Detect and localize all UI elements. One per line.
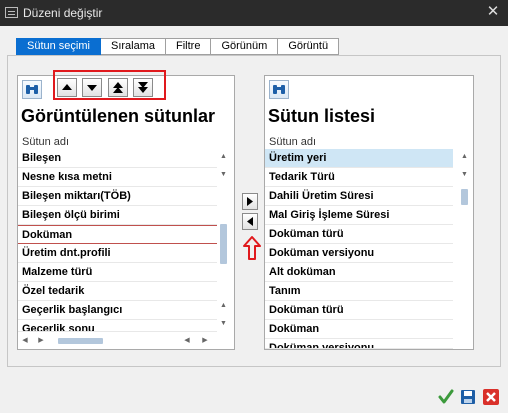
displayed-columns-title: Görüntülenen sütunlar xyxy=(21,106,216,126)
list-item[interactable]: Bileşen miktarı(TÖB) xyxy=(18,187,217,206)
right-find-button[interactable] xyxy=(269,80,289,99)
move-to-displayed-button[interactable] xyxy=(242,213,258,230)
list-item[interactable]: Doküman türü xyxy=(265,301,453,320)
tab-display[interactable]: Görüntü xyxy=(278,38,340,55)
list-item[interactable]: Üretim yeri xyxy=(265,149,453,168)
tab-column-selection[interactable]: Sütun seçimi xyxy=(16,38,101,55)
column-list-box: Sütun listesi Sütun adı Üretim yeri Teda… xyxy=(264,75,474,350)
list-item[interactable]: Özel tedarik xyxy=(18,282,217,301)
scroll-thumb[interactable] xyxy=(461,189,468,205)
scroll-down-icon[interactable]: ▼ xyxy=(458,169,471,181)
scroll-up-icon[interactable]: ▲ xyxy=(217,300,230,312)
list-item[interactable]: Doküman versiyonu xyxy=(265,244,453,263)
list-item[interactable]: Doküman xyxy=(265,320,453,339)
list-item[interactable]: Doküman versiyonu xyxy=(265,339,453,349)
tab-sorting[interactable]: Sıralama xyxy=(100,38,167,55)
list-item[interactable]: Bileşen ölçü birimi xyxy=(18,206,217,225)
right-vertical-scrollbar[interactable]: ▲ ▼ xyxy=(458,149,471,349)
list-item[interactable]: Tedarik Türü xyxy=(265,168,453,187)
list-item[interactable]: Malzeme türü xyxy=(18,263,217,282)
displayed-columns-box: Görüntülenen sütunlar Sütun adı Bileşen … xyxy=(17,75,235,350)
scroll-thumb[interactable] xyxy=(220,224,227,264)
scroll-right-icon[interactable]: ▶ xyxy=(200,335,210,347)
window-titlebar: Düzeni değiştir ✕ xyxy=(0,0,508,26)
left-horizontal-scrollbar[interactable]: ◀ ▶ ◀ ▶ xyxy=(20,335,216,347)
tab-strip: Sütun seçimi Sıralama Filtre Görünüm Gör… xyxy=(16,38,340,55)
list-item[interactable]: Alt doküman xyxy=(265,263,453,282)
left-find-button[interactable] xyxy=(22,80,42,99)
list-item[interactable]: Geçerlik sonu xyxy=(18,320,217,332)
scroll-thumb[interactable] xyxy=(58,338,103,344)
floppy-disk-icon xyxy=(461,390,475,404)
red-x-icon xyxy=(483,389,499,405)
column-list-title: Sütun listesi xyxy=(268,106,376,126)
ok-button[interactable] xyxy=(438,389,454,405)
scroll-left-icon[interactable]: ◀ xyxy=(182,335,192,347)
window-title: Düzeni değiştir xyxy=(23,6,103,20)
tab-view[interactable]: Görünüm xyxy=(211,38,279,55)
close-icon[interactable]: ✕ xyxy=(484,3,502,21)
scroll-down-icon[interactable]: ▼ xyxy=(217,318,230,330)
highlight-frame xyxy=(53,70,166,100)
triangle-left-icon xyxy=(247,217,253,226)
scroll-up-icon[interactable]: ▲ xyxy=(458,151,471,163)
list-item[interactable]: Geçerlik başlangıcı xyxy=(18,301,217,320)
save-button[interactable] xyxy=(460,389,476,405)
list-item[interactable]: Üretim dnt.profili xyxy=(18,244,217,263)
binoculars-icon xyxy=(273,85,285,94)
right-column-header: Sütun adı xyxy=(269,136,317,148)
cancel-button[interactable] xyxy=(483,389,499,405)
binoculars-icon xyxy=(26,85,38,94)
checkmark-icon xyxy=(438,389,454,404)
list-item[interactable]: Mal Giriş İşleme Süresi xyxy=(265,206,453,225)
list-item[interactable]: Dahili Üretim Süresi xyxy=(265,187,453,206)
list-item[interactable]: Nesne kısa metni xyxy=(18,168,217,187)
list-item[interactable]: Bileşen xyxy=(18,149,217,168)
left-column-header: Sütun adı xyxy=(22,136,70,148)
scroll-up-icon[interactable]: ▲ xyxy=(217,151,230,163)
scroll-right-icon[interactable]: ▶ xyxy=(36,335,46,347)
triangle-right-icon xyxy=(247,197,253,206)
window-icon xyxy=(5,7,18,18)
up-arrow-outline-icon xyxy=(243,236,261,260)
scroll-left-icon[interactable]: ◀ xyxy=(20,335,30,347)
list-item[interactable]: Doküman türü xyxy=(265,225,453,244)
left-vertical-scrollbar[interactable]: ▲ ▼ ▲ ▼ xyxy=(217,149,230,332)
move-to-available-button[interactable] xyxy=(242,193,258,210)
list-item[interactable]: Tanım xyxy=(265,282,453,301)
scroll-down-icon[interactable]: ▼ xyxy=(217,169,230,181)
tab-filter[interactable]: Filtre xyxy=(166,38,212,55)
list-item[interactable]: Doküman xyxy=(18,225,217,244)
